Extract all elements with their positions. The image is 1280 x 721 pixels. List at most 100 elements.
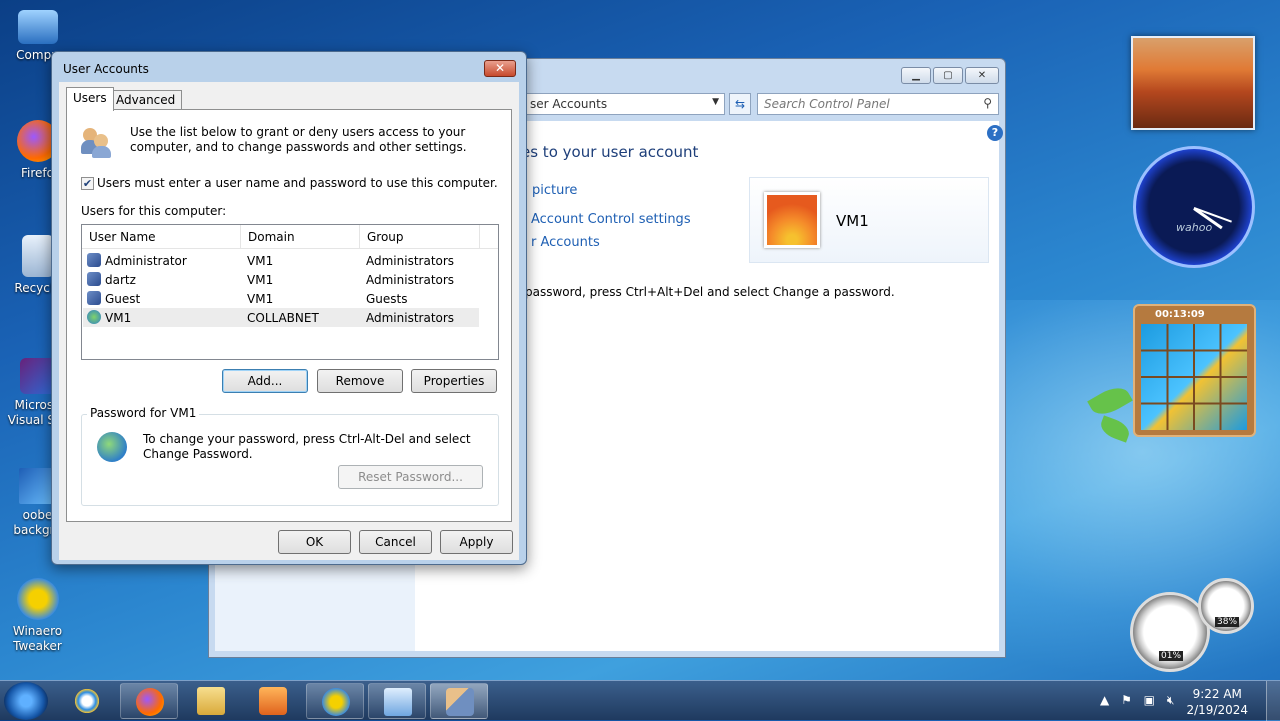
user-tile-name: VM1: [836, 212, 869, 230]
password-user-icon: [97, 432, 127, 462]
show-hidden-icons-icon[interactable]: ▲: [1100, 693, 1109, 707]
dialog-body: Users Advanced Use the list below to gra…: [59, 82, 519, 560]
cell-domain: COLLABNET: [247, 311, 319, 325]
column-header-user-name[interactable]: User Name: [82, 225, 241, 249]
column-header-filler: [480, 225, 498, 249]
users-list[interactable]: User Name Domain Group Administrator VM1…: [81, 224, 499, 360]
user-icon: [87, 272, 101, 286]
column-header-group[interactable]: Group: [360, 225, 480, 249]
clock-date: 2/19/2024: [1186, 703, 1248, 717]
computer-icon: [17, 10, 58, 44]
users-icon: [81, 126, 113, 158]
cell-group: Administrators: [366, 311, 455, 325]
taskbar: ▲ ⚑ ▣ 🔇︎ 9:22 AM 2/19/2024: [0, 680, 1280, 721]
taskbar-clock[interactable]: 9:22 AM 2/19/2024: [1186, 686, 1248, 718]
address-text: ser Accounts: [530, 97, 608, 111]
column-header-domain[interactable]: Domain: [241, 225, 360, 249]
close-window-button[interactable]: ✕: [965, 67, 999, 84]
taskbar-winaero-tweaker[interactable]: [306, 683, 364, 719]
taskbar-control-panel[interactable]: [368, 683, 426, 719]
cpu-meter-value: 01%: [1159, 651, 1184, 661]
reset-password-button[interactable]: Reset Password...: [338, 465, 483, 489]
control-panel-icon: [384, 688, 412, 716]
show-desktop-button[interactable]: [1266, 681, 1280, 721]
user-icon: [87, 291, 101, 305]
ok-button[interactable]: OK: [278, 530, 351, 554]
password-info-text: password, press Ctrl+Alt+Del and select …: [525, 285, 895, 299]
require-login-label[interactable]: Users must enter a user name and passwor…: [97, 176, 498, 190]
clock-brand-label: wahoo: [1176, 221, 1213, 234]
minimize-button[interactable]: ▁: [901, 67, 931, 84]
properties-button[interactable]: Properties: [411, 369, 497, 393]
media-player-icon: [259, 687, 287, 715]
cell-user-name: Administrator: [105, 254, 187, 268]
password-help-text: To change your password, press Ctrl-Alt-…: [143, 432, 471, 461]
cell-group: Administrators: [366, 254, 455, 268]
add-user-button[interactable]: Add...: [222, 369, 308, 393]
link-change-picture[interactable]: picture: [532, 183, 577, 198]
link-uac-settings[interactable]: Account Control settings: [531, 212, 691, 227]
link-manage-accounts[interactable]: r Accounts: [531, 235, 600, 250]
user-icon: [87, 253, 101, 267]
desktop-icon-winaero-tweaker[interactable]: Winaero Tweaker: [0, 578, 75, 654]
cell-group: Administrators: [366, 273, 455, 287]
search-placeholder: Search Control Panel: [764, 97, 890, 111]
slideshow-gadget[interactable]: [1131, 36, 1255, 130]
cell-user-name: Guest: [105, 292, 141, 306]
table-row[interactable]: Guest VM1 Guests: [83, 289, 479, 308]
cell-domain: VM1: [247, 273, 274, 287]
users-list-label: Users for this computer:: [81, 204, 227, 218]
close-button[interactable]: ✕: [484, 60, 516, 77]
password-group-label: Password for VM1: [87, 406, 200, 420]
refresh-button[interactable]: ⇆: [729, 93, 751, 115]
puzzle-timer: 00:13:09: [1155, 309, 1205, 320]
start-button[interactable]: [4, 682, 48, 720]
cell-domain: VM1: [247, 254, 274, 268]
taskbar-user-accounts[interactable]: [430, 683, 488, 719]
winaero-tweaker-icon: [16, 578, 59, 620]
winaero-tweaker-icon: [322, 688, 350, 716]
folder-icon: [197, 687, 225, 715]
desktop-icon-label: Tweaker: [13, 639, 62, 653]
recycle-bin-icon: [21, 235, 54, 277]
maximize-button[interactable]: ▢: [933, 67, 963, 84]
volume-muted-icon[interactable]: 🔇︎: [1167, 693, 1175, 707]
internet-explorer-icon: [73, 687, 101, 715]
page-heading: es to your user account: [521, 143, 699, 161]
table-row-selected[interactable]: VM1 COLLABNET Administrators: [83, 308, 479, 327]
require-login-checkbox[interactable]: ✔: [81, 177, 94, 190]
users-tab-panel: Use the list below to grant or deny user…: [66, 109, 512, 522]
users-icon: [446, 688, 474, 716]
search-input[interactable]: Search Control Panel ⚲: [757, 93, 999, 115]
cell-user-name: dartz: [105, 273, 136, 287]
remove-user-button[interactable]: Remove: [317, 369, 403, 393]
firefox-icon: [136, 688, 164, 716]
cell-user-name: VM1: [105, 311, 132, 325]
action-center-flag-icon[interactable]: ⚑: [1121, 693, 1132, 707]
picture-puzzle-gadget[interactable]: 00:13:09: [1133, 304, 1256, 437]
tab-advanced[interactable]: Advanced: [109, 90, 183, 109]
clock-gadget[interactable]: wahoo: [1133, 146, 1255, 268]
user-tile: VM1: [749, 177, 989, 263]
tab-users[interactable]: Users: [66, 87, 114, 111]
network-icon[interactable]: ▣: [1144, 693, 1155, 707]
memory-meter-gadget[interactable]: 38%: [1198, 578, 1254, 634]
user-accounts-dialog[interactable]: User Accounts ✕ Users Advanced Use the l…: [51, 51, 527, 565]
desktop-icon-label: Winaero: [12, 624, 63, 638]
taskbar-explorer[interactable]: [182, 683, 240, 719]
taskbar-firefox[interactable]: [120, 683, 178, 719]
address-bar[interactable]: ser Accounts ▼: [525, 93, 725, 115]
chevron-down-icon[interactable]: ▼: [712, 97, 719, 107]
domain-user-icon: [87, 310, 101, 324]
table-row[interactable]: Administrator VM1 Administrators: [83, 251, 479, 270]
memory-meter-value: 38%: [1215, 617, 1240, 627]
taskbar-media-player[interactable]: [244, 683, 302, 719]
cancel-button[interactable]: Cancel: [359, 530, 432, 554]
system-tray: ▲ ⚑ ▣ 🔇︎: [1100, 693, 1174, 708]
help-icon[interactable]: ?: [987, 125, 1003, 141]
puzzle-grid: [1141, 324, 1247, 430]
apply-button[interactable]: Apply: [440, 530, 513, 554]
table-row[interactable]: dartz VM1 Administrators: [83, 270, 479, 289]
taskbar-internet-explorer[interactable]: [58, 683, 116, 719]
search-icon[interactable]: ⚲: [983, 96, 992, 110]
